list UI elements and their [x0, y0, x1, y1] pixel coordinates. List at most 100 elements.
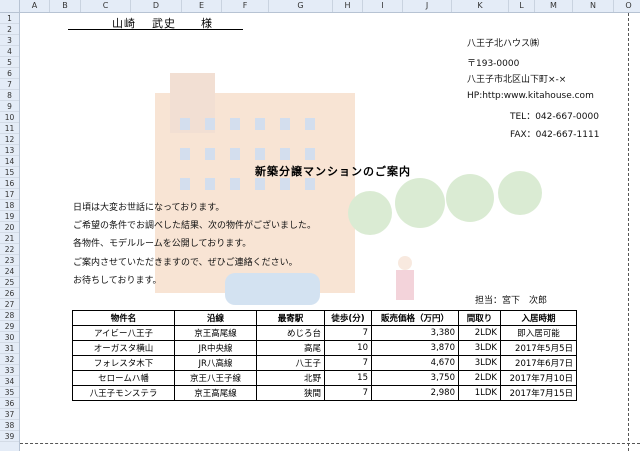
column-header-n[interactable]: N	[573, 0, 614, 12]
column-header-b[interactable]: B	[50, 0, 81, 12]
cell-walk-minutes[interactable]: 7	[324, 385, 372, 401]
row-header-34[interactable]: 34	[0, 376, 19, 387]
row-header-38[interactable]: 38	[0, 420, 19, 431]
column-header-c[interactable]: C	[81, 0, 131, 12]
row-header-30[interactable]: 30	[0, 332, 19, 343]
row-header-27[interactable]: 27	[0, 299, 19, 310]
select-all-corner[interactable]	[0, 0, 20, 13]
row-header-10[interactable]: 10	[0, 112, 19, 123]
row-header-13[interactable]: 13	[0, 145, 19, 156]
cell-station[interactable]: 北野	[256, 370, 325, 386]
row-header-9[interactable]: 9	[0, 101, 19, 112]
row-header-12[interactable]: 12	[0, 134, 19, 145]
row-header-17[interactable]: 17	[0, 189, 19, 200]
row-header-24[interactable]: 24	[0, 266, 19, 277]
cell-move-in[interactable]: 即入居可能	[500, 325, 577, 341]
column-header-g[interactable]: G	[269, 0, 333, 12]
column-header-l[interactable]: L	[509, 0, 535, 12]
cell-move-in[interactable]: 2017年7月15日	[500, 385, 577, 401]
row-header-14[interactable]: 14	[0, 156, 19, 167]
cell-move-in[interactable]: 2017年5月5日	[500, 340, 577, 356]
cell-walk-minutes[interactable]: 7	[324, 325, 372, 341]
header-property-name[interactable]: 物件名	[72, 310, 175, 326]
cell-property-name[interactable]: 八王子モンステラ	[72, 385, 175, 401]
column-header-a[interactable]: A	[20, 0, 50, 12]
row-header-8[interactable]: 8	[0, 90, 19, 101]
worksheet-area[interactable]: 山崎 武史 様 八王子北ハウス㈱ 〒193-0000 八王子市北区山下町×-× …	[20, 13, 640, 451]
row-header-22[interactable]: 22	[0, 244, 19, 255]
cell-property-name[interactable]: オーガスタ横山	[72, 340, 175, 356]
header-line[interactable]: 沿線	[174, 310, 257, 326]
row-header-26[interactable]: 26	[0, 288, 19, 299]
cell-property-name[interactable]: セロームハ幡	[72, 370, 175, 386]
row-header-31[interactable]: 31	[0, 343, 19, 354]
cell-station[interactable]: 八王子	[256, 355, 325, 371]
cell-station[interactable]: めじろ台	[256, 325, 325, 341]
row-header-25[interactable]: 25	[0, 277, 19, 288]
row-header-6[interactable]: 6	[0, 68, 19, 79]
cell-property-name[interactable]: フォレスタ木下	[72, 355, 175, 371]
row-header-11[interactable]: 11	[0, 123, 19, 134]
header-walk-minutes[interactable]: 徒歩(分)	[324, 310, 372, 326]
cell-walk-minutes[interactable]: 7	[324, 355, 372, 371]
row-header-37[interactable]: 37	[0, 409, 19, 420]
cell-line[interactable]: 京王高尾線	[174, 385, 257, 401]
column-header-m[interactable]: M	[535, 0, 573, 12]
cell-station[interactable]: 高尾	[256, 340, 325, 356]
column-header-i[interactable]: I	[363, 0, 403, 12]
row-header-18[interactable]: 18	[0, 200, 19, 211]
row-header-39[interactable]: 39	[0, 431, 19, 442]
header-price[interactable]: 販売価格（万円）	[371, 310, 459, 326]
cell-move-in[interactable]: 2017年6月7日	[500, 355, 577, 371]
staff-line: 担当：宮下 次郎	[475, 293, 547, 306]
column-header-o[interactable]: O	[614, 0, 640, 12]
cell-price[interactable]: 2,980	[371, 385, 459, 401]
row-header-36[interactable]: 36	[0, 398, 19, 409]
column-header-h[interactable]: H	[333, 0, 363, 12]
cell-price[interactable]: 3,750	[371, 370, 459, 386]
cell-price[interactable]: 4,670	[371, 355, 459, 371]
cell-price[interactable]: 3,380	[371, 325, 459, 341]
column-header-d[interactable]: D	[131, 0, 182, 12]
header-station[interactable]: 最寄駅	[256, 310, 325, 326]
cell-line[interactable]: JR中央線	[174, 340, 257, 356]
column-header-j[interactable]: J	[403, 0, 452, 12]
cell-station[interactable]: 狭間	[256, 385, 325, 401]
cell-walk-minutes[interactable]: 10	[324, 340, 372, 356]
row-header-29[interactable]: 29	[0, 321, 19, 332]
cell-line[interactable]: 京王高尾線	[174, 325, 257, 341]
column-header-k[interactable]: K	[452, 0, 509, 12]
row-header-7[interactable]: 7	[0, 79, 19, 90]
cell-price[interactable]: 3,870	[371, 340, 459, 356]
cell-line[interactable]: 京王八王子線	[174, 370, 257, 386]
row-header-21[interactable]: 21	[0, 233, 19, 244]
header-move-in[interactable]: 入居時期	[500, 310, 577, 326]
cell-layout[interactable]: 2LDK	[458, 370, 501, 386]
header-layout[interactable]: 間取り	[458, 310, 501, 326]
cell-layout[interactable]: 3LDK	[458, 340, 501, 356]
cell-move-in[interactable]: 2017年7月10日	[500, 370, 577, 386]
cell-layout[interactable]: 3LDK	[458, 355, 501, 371]
cell-layout[interactable]: 1LDK	[458, 385, 501, 401]
column-header-f[interactable]: F	[222, 0, 269, 12]
cell-layout[interactable]: 2LDK	[458, 325, 501, 341]
row-header-33[interactable]: 33	[0, 365, 19, 376]
row-header-28[interactable]: 28	[0, 310, 19, 321]
column-header-e[interactable]: E	[182, 0, 222, 12]
row-header-20[interactable]: 20	[0, 222, 19, 233]
row-header-23[interactable]: 23	[0, 255, 19, 266]
row-header-19[interactable]: 19	[0, 211, 19, 222]
row-header-2[interactable]: 2	[0, 24, 19, 35]
row-header-16[interactable]: 16	[0, 178, 19, 189]
row-header-15[interactable]: 15	[0, 167, 19, 178]
cell-line[interactable]: JR八高線	[174, 355, 257, 371]
row-header-5[interactable]: 5	[0, 57, 19, 68]
row-header-3[interactable]: 3	[0, 35, 19, 46]
row-header-32[interactable]: 32	[0, 354, 19, 365]
cell-property-name[interactable]: アイビー八王子	[72, 325, 175, 341]
cell-walk-minutes[interactable]: 15	[324, 370, 372, 386]
row-header-4[interactable]: 4	[0, 46, 19, 57]
row-header-35[interactable]: 35	[0, 387, 19, 398]
company-postal: 〒193-0000	[467, 59, 520, 69]
row-header-1[interactable]: 1	[0, 13, 19, 24]
